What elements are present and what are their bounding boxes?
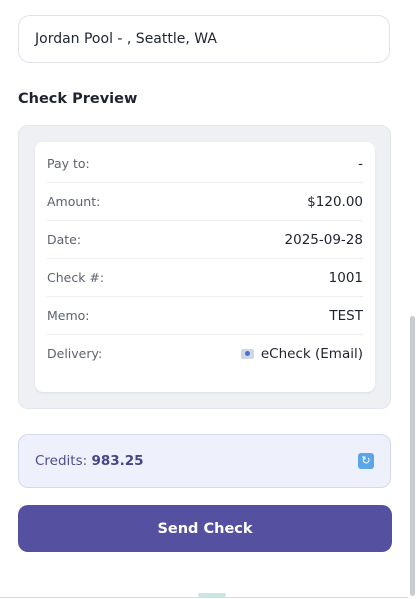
check-preview-card: Pay to: - Amount: $120.00 Date: 2025-09-… (35, 142, 375, 392)
credits-amount: 983.25 (91, 453, 144, 469)
check-form-page: Jordan Pool - , Seattle, WA Check Previe… (0, 0, 416, 599)
pay-to-label: Pay to: (47, 156, 90, 171)
refresh-icon[interactable]: ↻ (358, 453, 374, 469)
memo-label: Memo: (47, 308, 90, 323)
date-label: Date: (47, 232, 82, 247)
pay-to-value: - (358, 155, 363, 172)
check-number-label: Check #: (47, 270, 105, 285)
date-value: 2025-09-28 (284, 231, 363, 248)
send-check-button[interactable]: Send Check (18, 505, 392, 552)
delivery-value-wrap: eCheck (Email) (240, 345, 363, 362)
check-preview-title: Check Preview (18, 91, 138, 107)
scrollbar-track[interactable] (408, 0, 416, 599)
bottom-divider (0, 597, 408, 598)
credits-text: Credits: 983.25 (35, 453, 144, 469)
email-icon (240, 348, 254, 359)
delivery-label: Delivery: (47, 346, 103, 361)
check-number-value: 1001 (328, 269, 363, 286)
preview-row-date: Date: 2025-09-28 (47, 221, 363, 259)
scrollbar-thumb[interactable] (410, 316, 415, 596)
payee-field-value: Jordan Pool - , Seattle, WA (35, 31, 217, 47)
delivery-value: eCheck (Email) (260, 345, 363, 362)
amount-value: $120.00 (307, 193, 363, 210)
preview-row-amount: Amount: $120.00 (47, 183, 363, 221)
preview-row-pay-to: Pay to: - (47, 145, 363, 183)
credits-label: Credits: (35, 453, 88, 469)
preview-row-check-number: Check #: 1001 (47, 259, 363, 297)
preview-row-memo: Memo: TEST (47, 297, 363, 335)
preview-row-delivery: Delivery: eCheck (Email) (47, 335, 363, 372)
payee-field[interactable]: Jordan Pool - , Seattle, WA (18, 15, 390, 63)
check-preview-panel: Pay to: - Amount: $120.00 Date: 2025-09-… (18, 125, 391, 409)
amount-label: Amount: (47, 194, 101, 209)
memo-value: TEST (329, 307, 363, 324)
credits-panel: Credits: 983.25 ↻ (18, 434, 391, 488)
